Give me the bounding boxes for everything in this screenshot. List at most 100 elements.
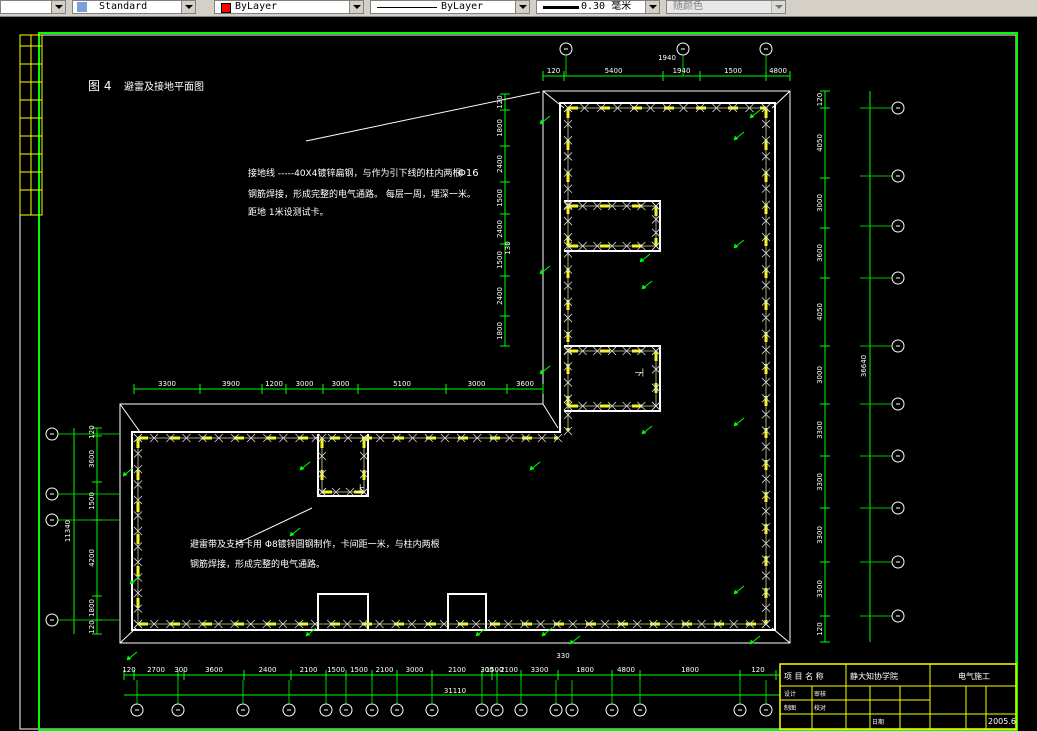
recess-upper (564, 200, 661, 252)
dim-bottom-total: 31110 (444, 687, 466, 695)
dimensions: 120 5400 1940 1500 4800 1940 3300 3900 1200 3000 3… (64, 54, 871, 696)
note2-line2: 钢筋焊接，形成完整的电气通路。 (190, 558, 325, 570)
dim-right-label: 3300 (816, 580, 824, 598)
dim-left-upper-label: 2400 (496, 220, 504, 238)
dim-left-upper-label: 1500 (496, 189, 504, 207)
chevron-down-icon[interactable] (181, 1, 195, 13)
note1-line2: 钢筋焊接，形成完整的电气通路。 每层一周，埋深一米。 (248, 188, 476, 200)
tb-drafter: 制图 (784, 704, 796, 712)
stair-label-up: 上 (356, 484, 365, 495)
dim-mid-label: 3300 (158, 380, 176, 388)
chevron-down-icon[interactable] (645, 1, 659, 13)
drawing-canvas[interactable]: 图 4 避雷及接地平面图 120 5400 1940 1500 4800 1940 3300… (0, 16, 1037, 731)
dim-left-label: 1800 (88, 599, 96, 617)
dim-right-total: 36640 (860, 355, 868, 377)
tb-checker: 审核 (814, 690, 826, 698)
dim-right-label: 4050 (816, 303, 824, 321)
corner-diagonal (771, 627, 791, 644)
dim-bottom-label: 2400 (259, 666, 277, 674)
ground-arrowhead (733, 135, 739, 141)
color-value: ByLayer (235, 1, 278, 12)
dim-mid-label: 3600 (516, 380, 534, 388)
tb-designer: 设计 (784, 690, 796, 698)
dim-right-label: 3000 (816, 366, 824, 384)
ground-arrowhead (529, 465, 535, 471)
dim-top-label: 1940 (673, 67, 691, 75)
text-style-dropdown[interactable]: Standard (72, 0, 196, 14)
ground-arrowhead (733, 421, 739, 427)
dim-mid-label: 3900 (222, 380, 240, 388)
dim-mid-label: 3000 (468, 380, 486, 388)
corner-diagonal (119, 627, 137, 644)
dim-top-label: 1940 (658, 54, 676, 62)
ground-arrowhead (569, 639, 575, 645)
ground-arrowhead (126, 655, 132, 661)
dim-bottom-label: 2700 (147, 666, 165, 674)
stair-label-down: 下 (633, 368, 643, 377)
ground-arrowhead (749, 639, 755, 645)
ground-arrowhead (639, 257, 645, 263)
dim-left-label: 120 (88, 620, 96, 633)
dim-top-label: 5400 (605, 67, 623, 75)
dim-left-total: 11340 (64, 520, 72, 542)
dim-mid-label: 3000 (296, 380, 314, 388)
ground-arrowhead (641, 429, 647, 435)
color-dropdown[interactable]: ByLayer (214, 0, 364, 14)
unnamed-dropdown[interactable] (0, 0, 66, 14)
chevron-down-icon[interactable] (349, 1, 363, 13)
dim-bottom-label: 1800 (576, 666, 594, 674)
plot-style-dropdown: 随颜色 (666, 0, 786, 14)
linetype-dropdown[interactable]: ByLayer (370, 0, 530, 14)
linetype-preview-icon (377, 7, 437, 8)
dim-bottom-label: 3300 (531, 666, 549, 674)
dim-left-upper-label: 1800 (496, 119, 504, 137)
plot-style-value: 随颜色 (673, 1, 703, 12)
chevron-down-icon[interactable] (51, 1, 65, 13)
dim-bottom-label: 2100 (500, 666, 518, 674)
dim-right-label: 3300 (816, 473, 824, 491)
dim-right-label: 3000 (816, 194, 824, 212)
lineweight-dropdown[interactable]: 0.30 毫米 (536, 0, 660, 14)
ground-arrowhead (289, 531, 295, 537)
tb-date-label: 日期 (872, 718, 884, 726)
chevron-down-icon (771, 1, 785, 13)
dim-top-label: 4800 (769, 67, 787, 75)
dim-right-label: 120 (816, 93, 824, 106)
note1-line1-b: Φ16 (458, 168, 479, 179)
note2-line1: 避雷带及支持卡用 Φ8镀锌圆钢制作，卡间距一米，与柱内两根 (190, 538, 440, 550)
properties-toolbar: Standard ByLayer ByLayer 0.30 毫米 随颜色 (0, 0, 1037, 17)
dim-left-label: 120 (88, 425, 96, 438)
dim-bottom-label: 2100 (448, 666, 466, 674)
tb-reviewer: 校对 (814, 704, 826, 712)
drawing-title: 避雷及接地平面图 (124, 80, 204, 93)
note1-line1: 接地线 -----40X4镀锌扁钢，与作为引下线的柱内两根 (248, 167, 461, 179)
dim-bottom-label: 3600 (205, 666, 223, 674)
ground-arrowhead (541, 631, 547, 637)
ground-arrowhead (122, 471, 128, 477)
note1-line3: 距地 1米设测试卡。 (248, 206, 329, 218)
corner-diagonal (771, 90, 791, 109)
dim-mid-label: 1200 (265, 380, 283, 388)
dim-bottom-label: 300 (174, 666, 187, 674)
dim-left-label: 3600 (88, 450, 96, 468)
lineweight-preview-icon (543, 6, 579, 9)
linetype-value: ByLayer (441, 1, 484, 12)
dim-right-label: 120 (816, 622, 824, 635)
dim-mid-label: 5100 (393, 380, 411, 388)
dim-right-label: 3600 (816, 244, 824, 262)
dim-bottom-label: 4800 (617, 666, 635, 674)
tb-project-label: 项 目 名 称 (784, 671, 824, 681)
dim-left-upper-label: 2400 (496, 155, 504, 173)
ground-arrowhead (305, 631, 311, 637)
dim-bottom-label: 1500 (350, 666, 368, 674)
dim-mid-label: 3000 (332, 380, 350, 388)
lineweight-value: 0.30 毫米 (581, 1, 632, 12)
text-style-icon (77, 2, 87, 12)
dim-bottom-mid: 330 (556, 652, 569, 660)
chevron-down-icon[interactable] (515, 1, 529, 13)
dim-left-upper-label: 120 (496, 95, 504, 108)
recess-stair (564, 345, 661, 412)
tb-date: 2005.6 (988, 717, 1016, 726)
corner-diagonal (542, 403, 559, 429)
ground-arrowhead (299, 465, 305, 471)
